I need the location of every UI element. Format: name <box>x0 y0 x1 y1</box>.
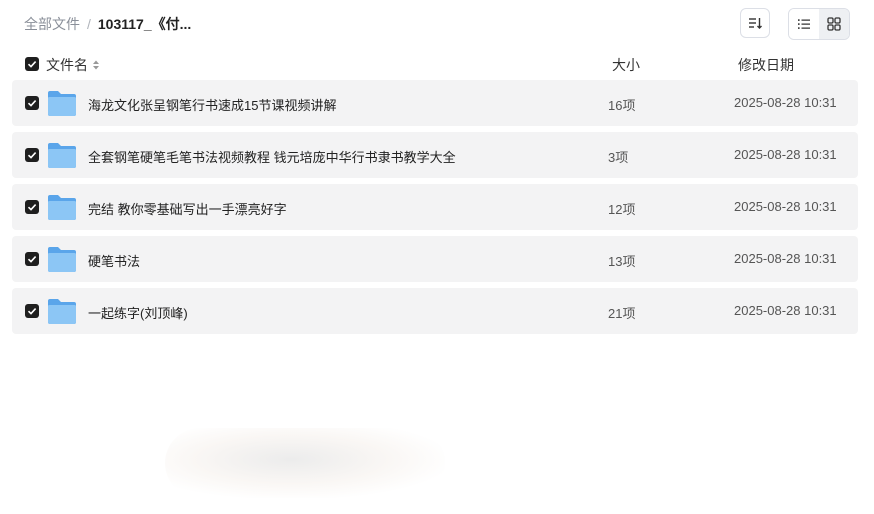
view-toggle <box>788 8 850 40</box>
grid-view-button[interactable] <box>819 9 849 39</box>
select-all-checkbox[interactable] <box>25 57 39 71</box>
grid-view-icon <box>827 17 841 31</box>
checkmark-icon <box>27 152 37 159</box>
file-date: 2025-08-28 10:31 <box>734 199 837 214</box>
folder-icon <box>48 247 76 272</box>
checkmark-icon <box>27 256 37 263</box>
column-header-name[interactable]: 文件名 <box>46 55 100 75</box>
row-checkbox[interactable] <box>25 200 39 214</box>
breadcrumb-separator: / <box>87 16 91 32</box>
folder-icon <box>48 299 76 324</box>
list-view-button[interactable] <box>789 9 819 39</box>
file-size: 13项 <box>608 254 636 269</box>
checkmark-icon <box>27 204 37 211</box>
checkmark-icon <box>27 61 37 68</box>
table-row[interactable]: 全套钢笔硬笔毛笔书法视频教程 钱元培庞中华行书隶书教学大全 3项 2025-08… <box>12 132 858 178</box>
file-size: 16项 <box>608 98 636 113</box>
table-header: 文件名 大小 修改日期 <box>12 50 858 78</box>
column-header-name-label: 文件名 <box>46 57 88 73</box>
row-checkbox[interactable] <box>25 304 39 318</box>
folder-icon <box>48 195 76 220</box>
column-header-size[interactable]: 大小 <box>612 55 640 75</box>
sort-icon <box>749 18 762 29</box>
checkmark-icon <box>27 100 37 107</box>
sort-arrows-icon <box>93 60 99 70</box>
blurred-decoration <box>165 428 445 498</box>
file-name[interactable]: 硬笔书法 <box>88 251 140 270</box>
folder-icon <box>48 91 76 116</box>
file-name[interactable]: 完结 教你零基础写出一手漂亮好字 <box>88 199 287 218</box>
list-view-icon <box>798 19 810 29</box>
row-checkbox[interactable] <box>25 96 39 110</box>
file-date: 2025-08-28 10:31 <box>734 95 837 110</box>
column-header-date[interactable]: 修改日期 <box>738 55 794 75</box>
row-checkbox[interactable] <box>25 252 39 266</box>
breadcrumb-root[interactable]: 全部文件 <box>24 15 80 33</box>
breadcrumb: 全部文件 / 103117_《付... <box>24 15 191 33</box>
breadcrumb-current: 103117_《付... <box>97 16 192 32</box>
file-size: 3项 <box>608 150 629 165</box>
file-date: 2025-08-28 10:31 <box>734 147 837 162</box>
table-row[interactable]: 硬笔书法 13项 2025-08-28 10:31 <box>12 236 858 282</box>
table-row[interactable]: 一起练字(刘顶峰) 21项 2025-08-28 10:31 <box>12 288 858 334</box>
checkmark-icon <box>27 308 37 315</box>
file-name[interactable]: 海龙文化张呈钢笔行书速成15节课视频讲解 <box>88 95 336 114</box>
table-row[interactable]: 完结 教你零基础写出一手漂亮好字 12项 2025-08-28 10:31 <box>12 184 858 230</box>
file-size: 12项 <box>608 202 636 217</box>
file-size: 21项 <box>608 306 636 321</box>
row-checkbox[interactable] <box>25 148 39 162</box>
top-bar: 全部文件 / 103117_《付... <box>0 0 874 48</box>
table-row[interactable]: 海龙文化张呈钢笔行书速成15节课视频讲解 16项 2025-08-28 10:3… <box>12 80 858 126</box>
file-name[interactable]: 全套钢笔硬笔毛笔书法视频教程 钱元培庞中华行书隶书教学大全 <box>88 147 456 166</box>
sort-button[interactable] <box>740 8 770 38</box>
file-date: 2025-08-28 10:31 <box>734 251 837 266</box>
folder-icon <box>48 143 76 168</box>
file-date: 2025-08-28 10:31 <box>734 303 837 318</box>
file-name[interactable]: 一起练字(刘顶峰) <box>88 303 188 322</box>
